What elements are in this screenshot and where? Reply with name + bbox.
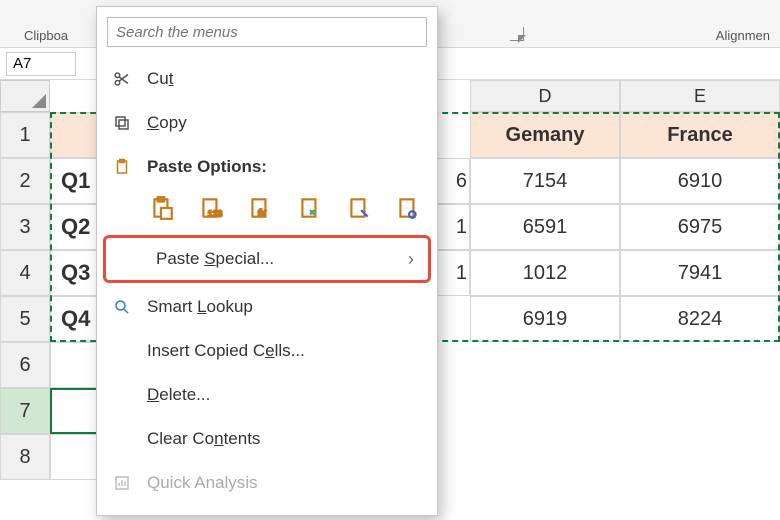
cell-c2-partial[interactable]: 6 [438,158,470,204]
cell-a8[interactable] [50,434,100,480]
menu-label: Quick Analysis [147,473,423,493]
paste-option-paste[interactable] [147,193,176,223]
search-circle-icon [111,298,133,316]
menu-label: Clear Contents [147,429,423,449]
menu-label: Delete... [147,385,423,405]
ribbon-group-alignment: Alignmen [716,28,770,43]
paste-option-link[interactable] [394,193,423,223]
cell-e5[interactable]: 8224 [620,296,780,342]
menu-header-paste-options: Paste Options: [97,145,437,189]
row-header-5[interactable]: 5 [0,296,50,342]
menu-search-input[interactable] [107,17,427,47]
menu-label: Cut [147,69,423,89]
row-header-6[interactable]: 6 [0,342,50,388]
cell-a2[interactable]: Q1 [50,158,100,204]
cell-a5[interactable]: Q4 [50,296,100,342]
cell-a4[interactable]: Q3 [50,250,100,296]
row-header-4[interactable]: 4 [0,250,50,296]
cell-d4[interactable]: 1012 [470,250,620,296]
name-box[interactable] [6,52,76,76]
cell-e4[interactable]: 7941 [620,250,780,296]
row-header-7[interactable]: 7 [0,388,50,434]
menu-label: Copy [147,113,423,133]
scissors-icon [111,70,133,88]
ribbon-group-clipboard: Clipboa [24,28,68,43]
paste-option-formatting[interactable] [344,193,373,223]
cell-c4-partial[interactable]: 1 [438,250,470,296]
cell-a1[interactable] [50,112,100,158]
menu-item-clear-contents[interactable]: Clear Contents [97,417,437,461]
menu-item-copy[interactable]: Copy [97,101,437,145]
cell-e3[interactable]: 6975 [620,204,780,250]
cell-d5[interactable]: 6919 [470,296,620,342]
paste-option-transpose[interactable] [295,193,324,223]
paste-option-values[interactable]: 123 [196,193,225,223]
dialog-launcher-icon[interactable] [510,27,524,41]
quick-analysis-icon [111,474,133,492]
cell-d1[interactable]: Gemany [470,112,620,158]
clipboard-icon [111,158,133,176]
menu-label: Paste Special... [156,249,394,269]
menu-item-cut[interactable]: Cut [97,57,437,101]
cell-a3[interactable]: Q2 [50,204,100,250]
copy-icon [111,114,133,132]
chevron-right-icon: › [408,249,414,270]
context-menu: Cut Copy Paste Options: 123 fx Paste Spe… [96,6,438,516]
cell-e1[interactable]: France [620,112,780,158]
column-header-e[interactable]: E [620,80,780,112]
cell-d2[interactable]: 7154 [470,158,620,204]
paste-options-row: 123 fx [97,189,437,233]
select-all-corner[interactable] [0,80,50,112]
cell-e2[interactable]: 6910 [620,158,780,204]
menu-item-quick-analysis: Quick Analysis [97,461,437,505]
cell-a6[interactable] [50,342,100,388]
menu-item-insert-copied-cells[interactable]: Insert Copied Cells... [97,329,437,373]
menu-label: Smart Lookup [147,297,423,317]
cell-d3[interactable]: 6591 [470,204,620,250]
svg-text:123: 123 [208,209,223,219]
cell-a7-active[interactable] [50,388,100,434]
column-header-d[interactable]: D [470,80,620,112]
row-header-3[interactable]: 3 [0,204,50,250]
row-header-2[interactable]: 2 [0,158,50,204]
row-header-8[interactable]: 8 [0,434,50,480]
row-header-1[interactable]: 1 [0,112,50,158]
paste-option-formulas[interactable]: fx [246,193,275,223]
menu-item-delete[interactable]: Delete... [97,373,437,417]
menu-item-paste-special[interactable]: Paste Special... › [103,235,431,283]
menu-item-smart-lookup[interactable]: Smart Lookup [97,285,437,329]
svg-text:fx: fx [258,209,267,220]
menu-label: Insert Copied Cells... [147,341,423,361]
cell-c3-partial[interactable]: 1 [438,204,470,250]
menu-label: Paste Options: [147,157,423,177]
